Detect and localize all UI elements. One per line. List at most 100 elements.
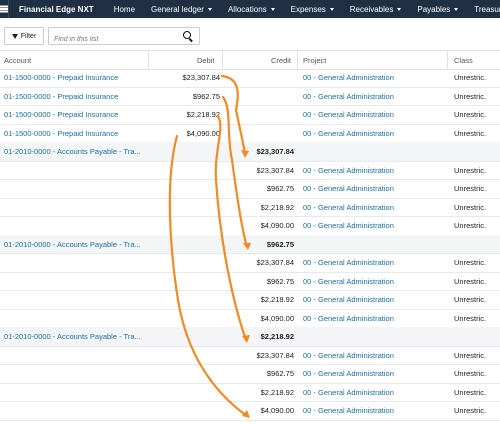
project-cell[interactable]: 00 - General Administration: [303, 406, 394, 415]
credit-cell: $2,218.92: [260, 332, 294, 341]
class-cell: Unrestric.: [454, 202, 487, 212]
class-cell: Unrestric.: [454, 258, 487, 267]
nav-item-treasury[interactable]: Treasury: [466, 5, 500, 14]
class-cell: Unrestric.: [454, 406, 487, 415]
debit-cell: $4,090.00: [186, 128, 220, 138]
debit-cell: $2,218.92: [186, 110, 220, 119]
credit-cell: $962.75: [266, 369, 294, 378]
account-cell[interactable]: 01-1500-0000 - Prepaid Insurance: [4, 129, 144, 138]
project-cell[interactable]: 00 - General Administration: [303, 388, 394, 397]
class-cell: Unrestric.: [454, 184, 487, 193]
app-brand[interactable]: Financial Edge NXT: [9, 5, 106, 14]
table-row[interactable]: $23,307.84 00 - General Administration Unr…: [0, 346, 500, 365]
project-cell[interactable]: 00 - General Administration: [303, 203, 394, 212]
table-row[interactable]: 01-1500-0000 - Prepaid Insurance $962.75 0…: [0, 87, 500, 106]
top-nav-bar: Financial Edge NXT Home General ledger All…: [0, 0, 500, 18]
nav-item-payables[interactable]: Payables: [409, 5, 466, 14]
class-cell: Unrestric.: [454, 110, 487, 119]
table-row[interactable]: $2,218.92 00 - General Administration Unre…: [0, 383, 500, 402]
credit-cell: $23,307.84: [256, 147, 294, 156]
table-row[interactable]: $962.75 00 - General Administration Unrest…: [0, 364, 500, 384]
credit-cell: $2,218.92: [260, 387, 294, 397]
table-row[interactable]: 01-1500-0000 - Prepaid Insurance $2,218.9…: [0, 105, 500, 125]
class-cell: Unrestric.: [454, 313, 487, 323]
project-cell[interactable]: 00 - General Administration: [303, 110, 394, 119]
nav-item-label: Treasury: [474, 4, 500, 14]
credit-cell: $4,090.00: [260, 406, 294, 415]
caret-down-icon: [454, 7, 459, 11]
account-cell[interactable]: 01-2010-0000 - Accounts Payable - Tra...: [4, 332, 144, 341]
class-cell: Unrestric.: [454, 128, 487, 138]
nav-item-label: Allocations: [227, 4, 267, 14]
col-account[interactable]: Account: [4, 56, 31, 65]
nav-item-label: Home: [113, 4, 136, 14]
nav-item-allocations[interactable]: Allocations: [220, 5, 283, 14]
caret-down-icon: [329, 7, 334, 11]
table-row[interactable]: $4,090.00 00 - General Administration Unre…: [0, 309, 500, 328]
col-class[interactable]: Class: [454, 56, 473, 65]
credit-cell: $2,218.92: [260, 295, 294, 304]
account-cell[interactable]: 01-1500-0000 - Prepaid Insurance: [4, 73, 144, 82]
project-cell[interactable]: 00 - General Administration: [303, 277, 394, 286]
table-row[interactable]: $2,218.92 00 - General Administration Unre…: [0, 198, 500, 217]
table-row[interactable]: $2,218.92 00 - General Administration Unre…: [0, 290, 500, 310]
search-input[interactable]: [49, 32, 172, 47]
table-row[interactable]: 01-1500-0000 - Prepaid Insurance $4,090.0…: [0, 124, 500, 143]
nav-item-home[interactable]: Home: [106, 5, 143, 14]
class-cell: Unrestric.: [454, 350, 487, 360]
table-row[interactable]: $4,090.00 00 - General Administration Unre…: [0, 216, 500, 236]
nav-item-expenses[interactable]: Expenses: [283, 5, 342, 14]
table-row[interactable]: 01-1500-0000 - Prepaid Insurance $23,307.…: [0, 68, 500, 88]
table-row[interactable]: $23,307.84 00 - General Administration Unr…: [0, 161, 500, 180]
project-cell[interactable]: 00 - General Administration: [303, 369, 394, 378]
table-row[interactable]: $4,090.00 00 - General Administration Unre…: [0, 401, 500, 421]
project-cell[interactable]: 00 - General Administration: [303, 184, 394, 193]
credit-cell: $4,090.00: [260, 221, 294, 230]
credit-cell: $962.75: [266, 184, 294, 193]
col-credit[interactable]: Credit: [271, 56, 291, 65]
project-cell[interactable]: 00 - General Administration: [303, 351, 394, 360]
filter-button[interactable]: Filter: [4, 27, 44, 45]
account-cell[interactable]: 01-1500-0000 - Prepaid Insurance: [4, 92, 144, 101]
table-row[interactable]: $962.75 00 - General Administration Unrest…: [0, 272, 500, 291]
account-cell[interactable]: 01-2010-0000 - Accounts Payable - Tra...: [4, 240, 144, 249]
search-icon[interactable]: [183, 31, 191, 39]
project-cell[interactable]: 00 - General Administration: [303, 221, 394, 230]
nav-item-receivables[interactable]: Receivables: [342, 5, 410, 14]
credit-cell: $2,218.92: [260, 202, 294, 212]
account-cell[interactable]: 01-2010-0000 - Accounts Payable - Tra...: [4, 147, 144, 156]
credit-cell: $23,307.84: [256, 350, 294, 360]
col-debit[interactable]: Debit: [197, 56, 215, 65]
debit-cell: $23,307.84: [182, 73, 220, 82]
col-project[interactable]: Project: [303, 56, 326, 65]
credit-cell: $23,307.84: [256, 165, 294, 175]
project-cell[interactable]: 00 - General Administration: [303, 166, 394, 175]
project-cell[interactable]: 00 - General Administration: [303, 92, 394, 101]
filter-label: Filter: [20, 32, 37, 40]
grid-header: Account Debit Credit Project Class: [0, 50, 500, 70]
nav-item-general-ledger[interactable]: General ledger: [143, 5, 220, 14]
project-cell[interactable]: 00 - General Administration: [303, 129, 394, 138]
class-cell: Unrestric.: [454, 387, 487, 397]
table-row[interactable]: $962.75 00 - General Administration Unrest…: [0, 179, 500, 199]
class-cell: Unrestric.: [454, 73, 487, 82]
project-cell[interactable]: 00 - General Administration: [303, 258, 394, 267]
class-cell: Unrestric.: [454, 221, 487, 230]
account-cell[interactable]: 01-1500-0000 - Prepaid Insurance: [4, 110, 144, 119]
nav-item-label: Payables: [417, 4, 451, 14]
group-row[interactable]: 01-2010-0000 - Accounts Payable - Tra...…: [0, 142, 500, 162]
caret-down-icon: [207, 7, 212, 11]
table-row[interactable]: $23,307.84 00 - General Administration Unr…: [0, 253, 500, 273]
project-cell[interactable]: 00 - General Administration: [303, 295, 394, 304]
nav-item-label: General ledger: [151, 4, 204, 14]
group-row[interactable]: 01-2010-0000 - Accounts Payable - Tra...…: [0, 327, 500, 347]
search-box[interactable]: [48, 27, 200, 47]
group-row[interactable]: 01-2010-0000 - Accounts Payable - Tra...…: [0, 234, 500, 254]
project-cell[interactable]: 00 - General Administration: [303, 314, 394, 323]
caret-down-icon: [397, 7, 402, 11]
project-cell[interactable]: 00 - General Administration: [303, 73, 394, 82]
filter-icon: [11, 33, 18, 39]
nav-item-label: Receivables: [349, 4, 394, 14]
menu-icon[interactable]: [0, 0, 9, 18]
credit-cell: $23,307.84: [256, 258, 294, 267]
